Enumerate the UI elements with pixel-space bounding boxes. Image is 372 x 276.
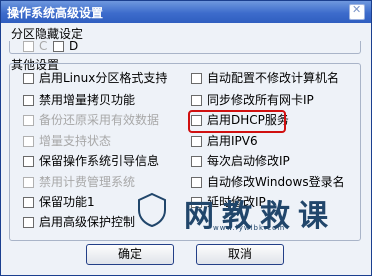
- checkbox-label: C: [39, 39, 48, 53]
- checkbox-label: 启用IPV6: [207, 134, 258, 148]
- checkbox-label: 每次启动修改IP: [207, 154, 290, 168]
- checkbox-label: 同步修改所有网卡IP: [207, 93, 314, 107]
- window-title: 操作系统高级设置: [7, 6, 104, 20]
- checkbox-box: [23, 177, 34, 188]
- checkbox-box: [191, 156, 202, 167]
- checkbox-label: 保留功能1: [39, 195, 95, 209]
- title-bar: 操作系统高级设置: [1, 1, 371, 23]
- close-button[interactable]: [349, 3, 365, 20]
- checkbox-label: 自动修改Windows登录名: [207, 175, 345, 189]
- checkbox-box: [23, 136, 34, 147]
- checkbox-label: D: [69, 39, 79, 53]
- checkbox-box: [23, 41, 34, 52]
- checkbox-box: [23, 156, 34, 167]
- settings-dialog: 操作系统高级设置 分区隐藏设定 C D 其他设置 启用Linux分区格式支持 禁…: [0, 0, 372, 276]
- ok-button[interactable]: 确定: [86, 244, 174, 265]
- checkbox-label: 启用Linux分区格式支持: [39, 71, 168, 85]
- checkbox-label: 禁用增量拷贝功能: [39, 93, 136, 107]
- checkbox-box: [191, 177, 202, 188]
- checkbox-box: [23, 217, 34, 228]
- checkbox-box: [53, 41, 64, 52]
- checkbox-box: [23, 95, 34, 106]
- checkbox-label: 启用高级保护控制: [39, 215, 136, 229]
- checkbox-label: 备份还原采用有效数据: [39, 113, 160, 127]
- checkbox-label: 禁用计费管理系统: [39, 175, 136, 189]
- checkbox-box: [23, 73, 34, 84]
- shield-logo-icon: [138, 192, 166, 228]
- checkbox-box: [191, 95, 202, 106]
- checkbox-box: [191, 136, 202, 147]
- checkbox-label: 自动配置不修改计算机名: [207, 71, 340, 85]
- checkbox-box: [23, 115, 34, 126]
- cancel-button[interactable]: 取消: [196, 244, 284, 265]
- watermark-url: www.lywlbk.com: [213, 224, 286, 232]
- checkbox-label: 增量支持状态: [39, 134, 112, 148]
- checkbox-label: 保留操作系统引导信息: [39, 154, 160, 168]
- dhcp-highlight-box: [188, 110, 286, 133]
- checkbox-box: [191, 73, 202, 84]
- checkbox-box: [23, 197, 34, 208]
